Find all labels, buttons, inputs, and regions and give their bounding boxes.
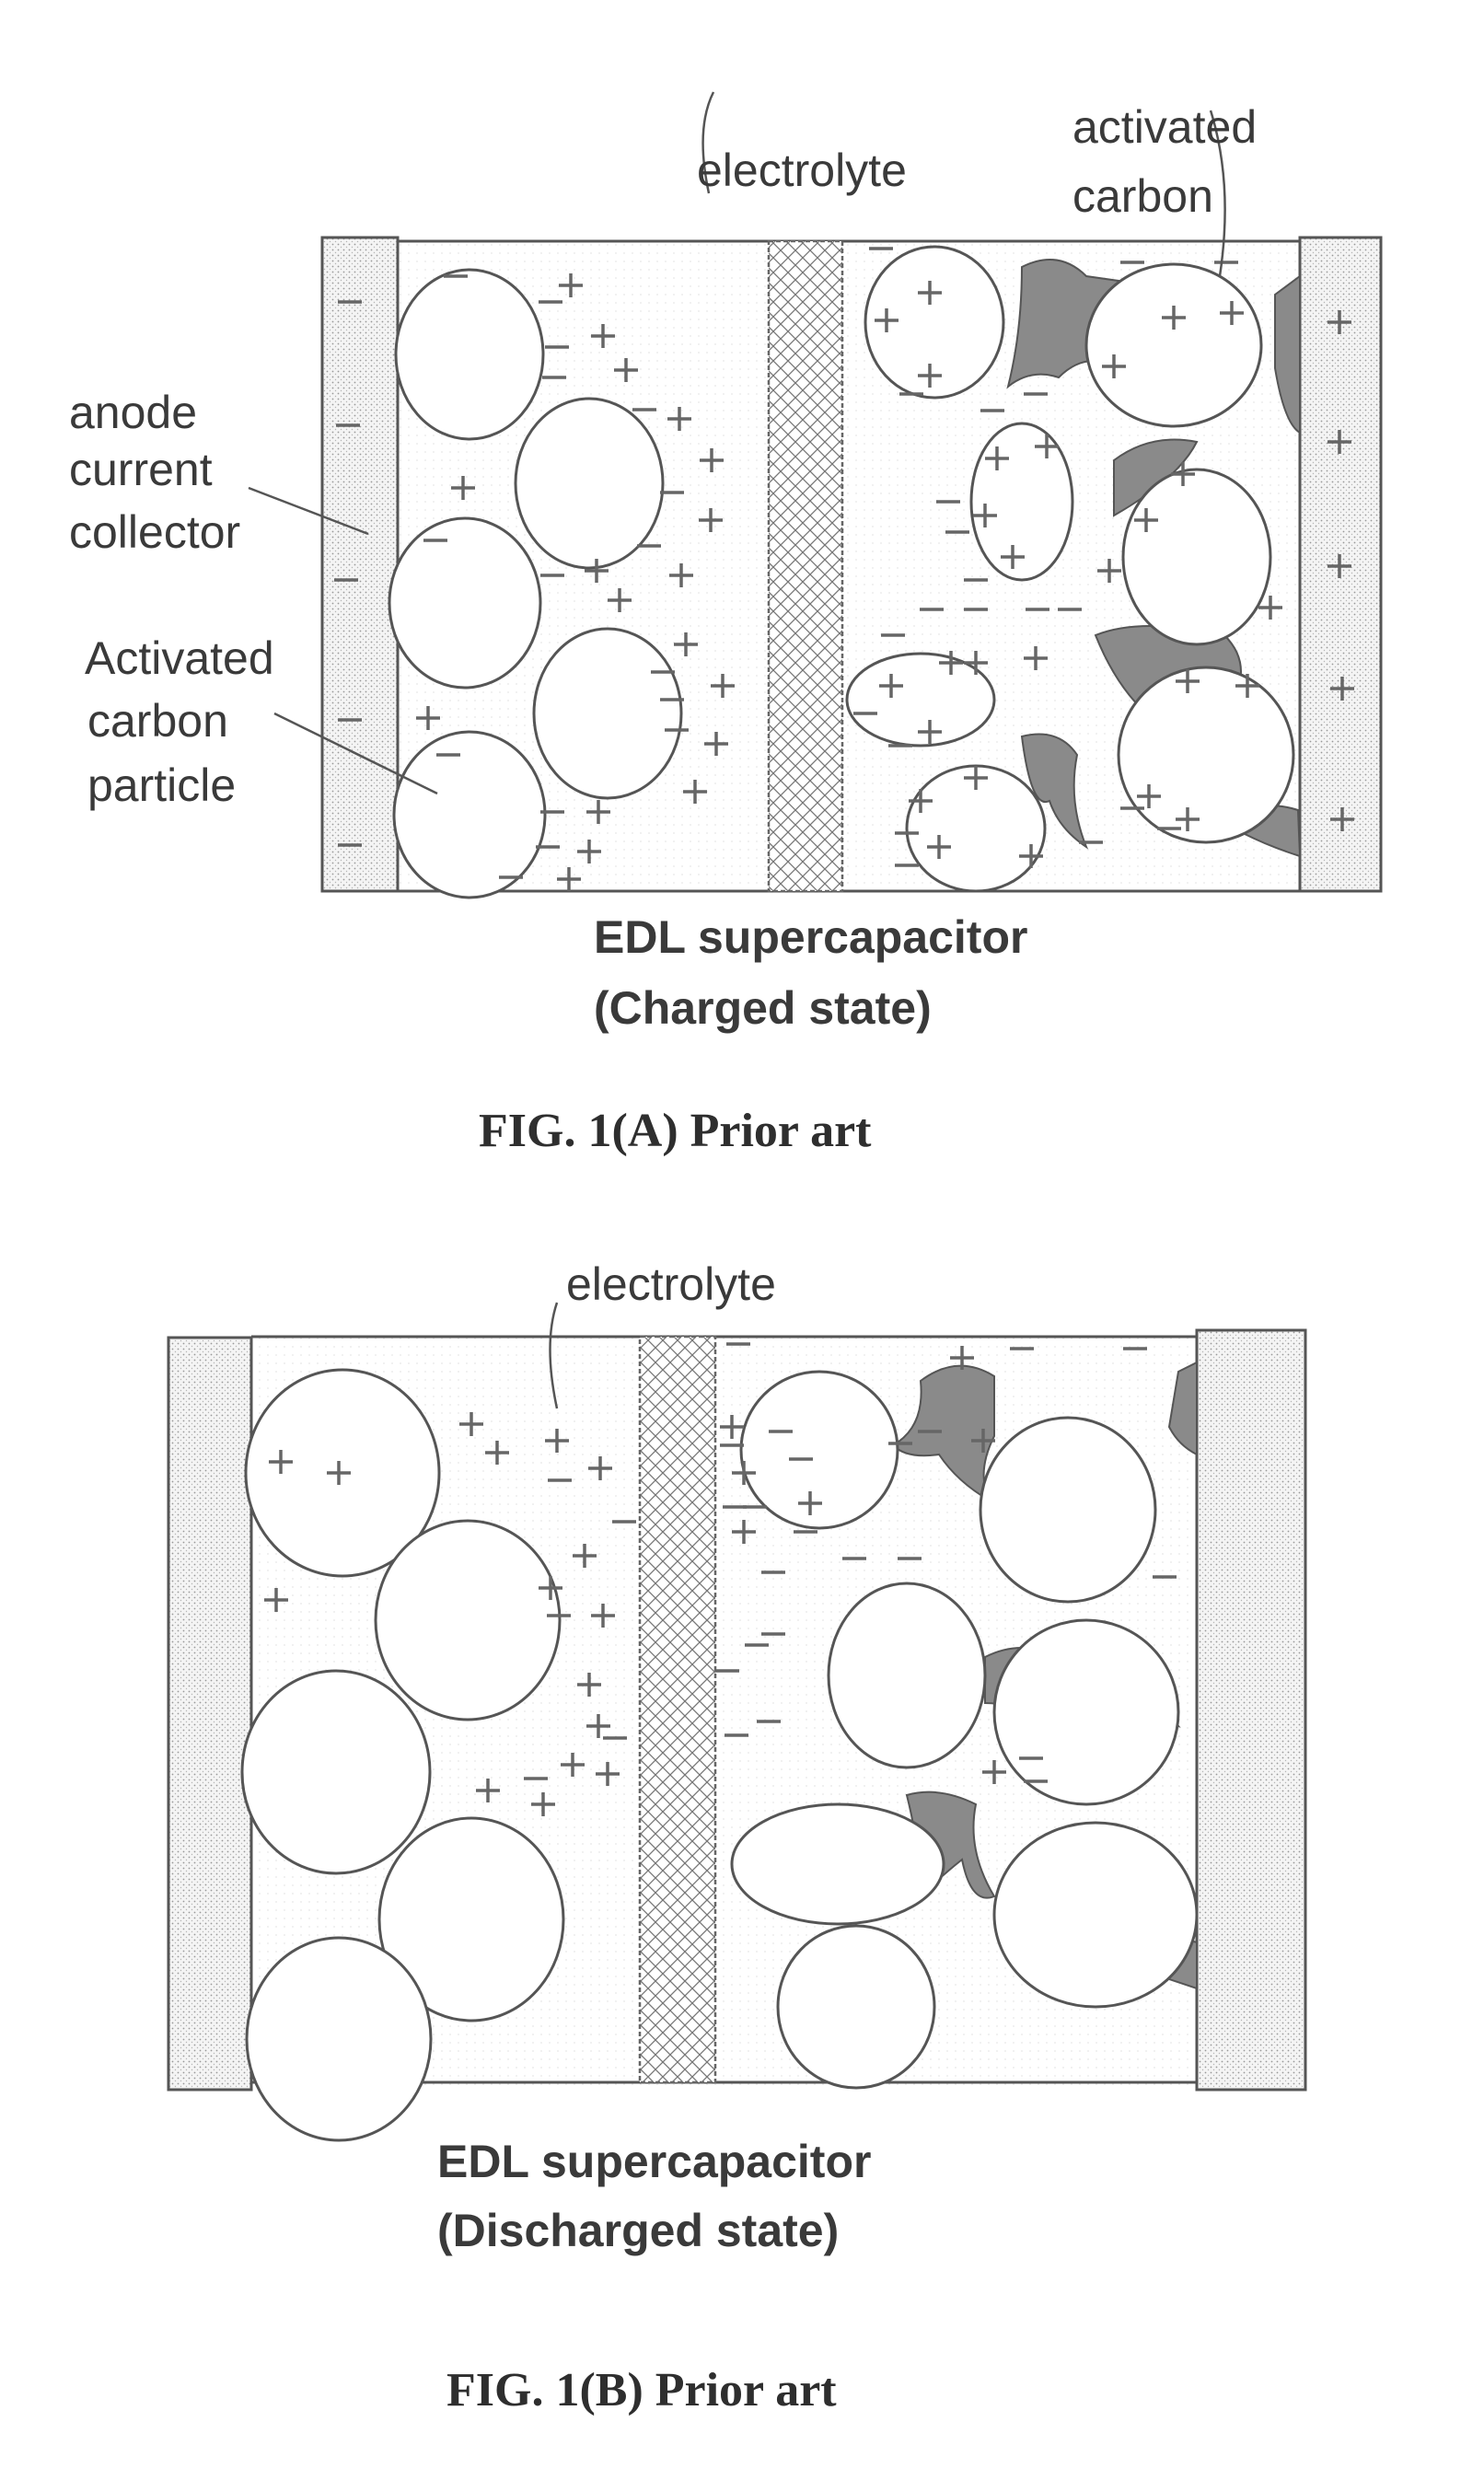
carbon-particle (392, 730, 547, 899)
label-activated-carbon-line2: carbon (1072, 170, 1213, 222)
carbon-particle (514, 397, 665, 570)
label-electrolyte: electrolyte (697, 145, 907, 196)
label-anode-line3: collector (69, 506, 240, 558)
carbon-particle (394, 268, 545, 441)
carbon-particle (1121, 468, 1272, 646)
figure-label: FIG. 1(B) Prior art (446, 2364, 837, 2416)
figure-1a-charged: electrolyte activated carbon anode curre… (69, 91, 1383, 1157)
carbon-particle (979, 1416, 1157, 1604)
carbon-particle (730, 1802, 945, 1926)
label-particle-line3: particle (87, 759, 236, 811)
anode-current-collector (167, 1336, 253, 2092)
carbon-particle (1084, 262, 1263, 428)
anode-current-collector (320, 236, 400, 893)
caption-title: EDL supercapacitor (437, 2136, 871, 2187)
label-particle-line2: carbon (87, 695, 228, 747)
carbon-particle (245, 1936, 433, 2142)
carbon-particle (532, 627, 683, 800)
carbon-particle (240, 1669, 432, 1875)
caption-state: (Discharged state) (437, 2205, 839, 2256)
separator (767, 239, 844, 893)
figure-1b-discharged: electrolyte EDL supercapacitor (Discharg… (167, 1258, 1307, 2416)
carbon-particle (388, 516, 542, 690)
caption-title: EDL supercapacitor (594, 911, 1027, 963)
separator (638, 1335, 717, 2084)
carbon-particle (992, 1618, 1180, 1806)
cathode-current-collector (1195, 1328, 1307, 2092)
carbon-particle (776, 1924, 936, 2090)
label-anode-line1: anode (69, 387, 197, 438)
label-electrolyte: electrolyte (566, 1258, 776, 1310)
patent-figure-sheet: electrolyte activated carbon anode curre… (69, 91, 1383, 2416)
caption-state: (Charged state) (594, 982, 932, 1034)
label-anode-line2: current (69, 444, 213, 495)
label-particle-line1: Activated (85, 632, 274, 684)
carbon-particle (992, 1821, 1199, 2009)
carbon-particle (374, 1519, 562, 1721)
carbon-particle (1117, 666, 1295, 844)
label-activated-carbon-line1: activated (1072, 101, 1257, 153)
carbon-particle (827, 1582, 987, 1769)
figure-label: FIG. 1(A) Prior art (479, 1105, 872, 1157)
